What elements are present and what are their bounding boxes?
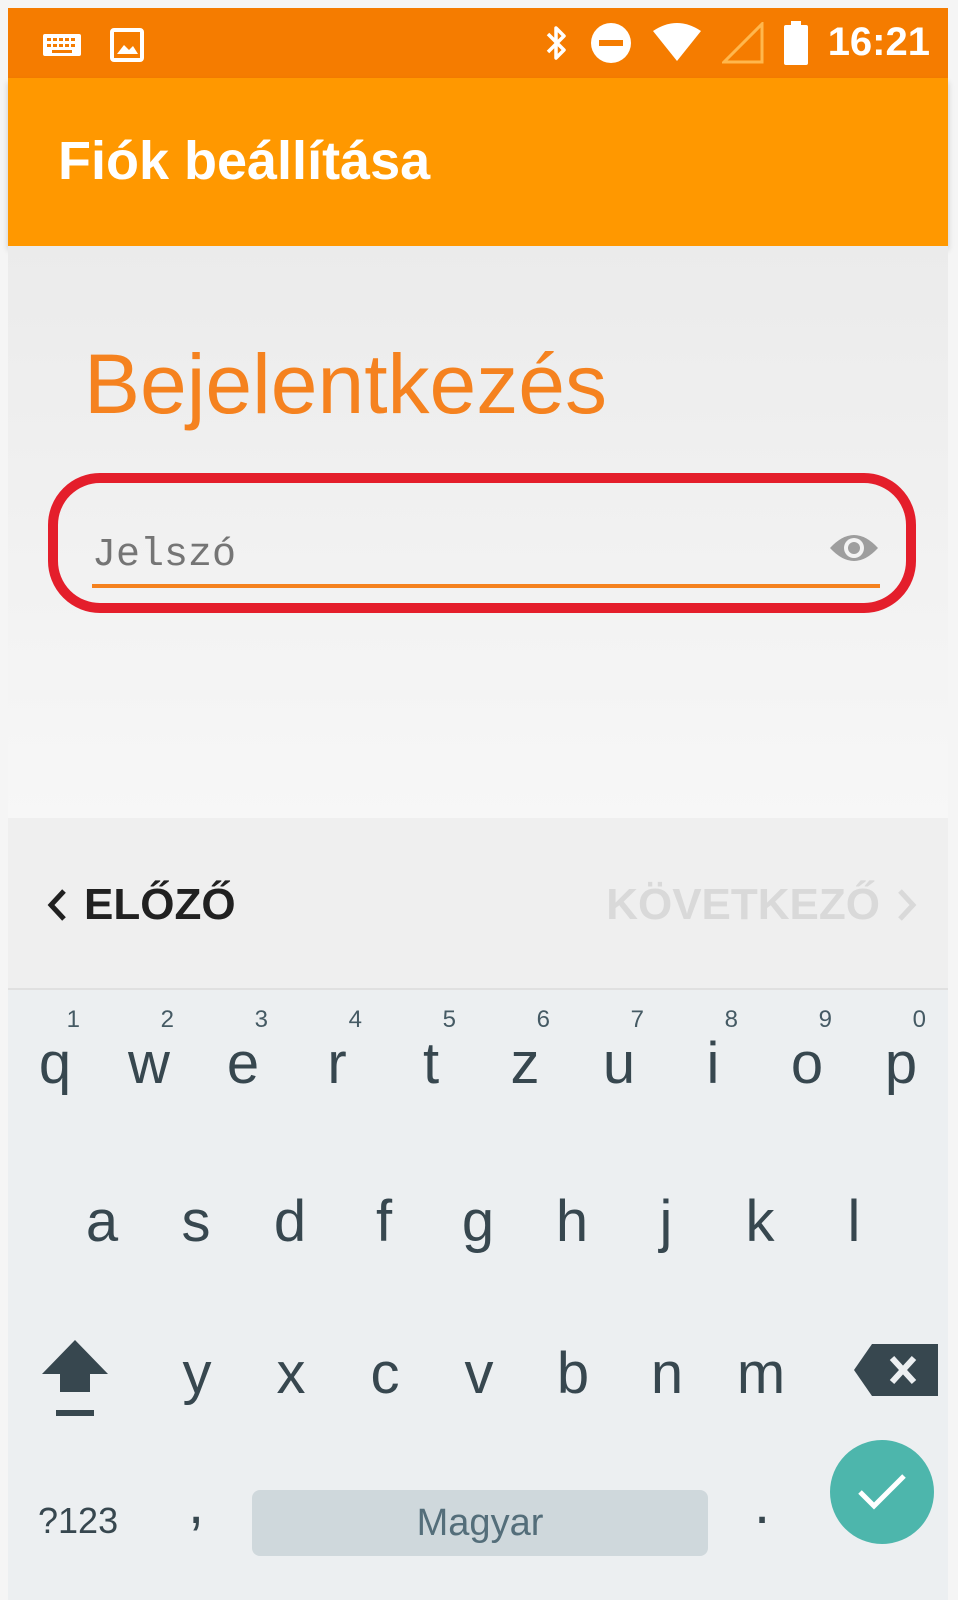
key-r[interactable]: r4 bbox=[290, 990, 384, 1138]
keyboard-icon bbox=[43, 34, 81, 56]
wifi-icon bbox=[652, 22, 701, 61]
next-button-label: KÖVETKEZŐ bbox=[606, 880, 880, 929]
key-s[interactable]: s bbox=[149, 1148, 243, 1296]
key-y[interactable]: y bbox=[150, 1300, 244, 1448]
signal-icon bbox=[721, 21, 764, 63]
checkmark-icon bbox=[858, 1474, 906, 1510]
prev-button-label: ELŐZŐ bbox=[84, 880, 236, 929]
key-j[interactable]: j bbox=[619, 1148, 713, 1296]
period-key[interactable]: . bbox=[754, 1470, 770, 1537]
shift-arrow-icon bbox=[42, 1340, 108, 1416]
login-form: Bejelentkezés bbox=[8, 246, 948, 818]
key-b[interactable]: b bbox=[526, 1300, 620, 1448]
show-password-eye-icon[interactable] bbox=[828, 528, 880, 568]
image-icon bbox=[110, 28, 144, 62]
key-f[interactable]: f bbox=[337, 1148, 431, 1296]
key-v[interactable]: v bbox=[432, 1300, 526, 1448]
bluetooth-icon bbox=[546, 25, 566, 60]
key-d[interactable]: d bbox=[243, 1148, 337, 1296]
key-t[interactable]: t5 bbox=[384, 990, 478, 1138]
key-n[interactable]: n bbox=[620, 1300, 714, 1448]
shift-key[interactable] bbox=[30, 1330, 120, 1430]
key-w[interactable]: w2 bbox=[102, 990, 196, 1138]
next-button[interactable]: KÖVETKEZŐ bbox=[606, 880, 918, 930]
key-u[interactable]: u7 bbox=[572, 990, 666, 1138]
password-input-underline bbox=[92, 584, 880, 588]
status-bar: 16:21 bbox=[8, 8, 948, 78]
key-m[interactable]: m bbox=[714, 1300, 808, 1448]
key-e[interactable]: e3 bbox=[196, 990, 290, 1138]
key-x[interactable]: x bbox=[244, 1300, 338, 1448]
battery-icon bbox=[783, 20, 808, 65]
key-l[interactable]: l bbox=[807, 1148, 901, 1296]
key-z[interactable]: z6 bbox=[478, 990, 572, 1138]
backspace-icon bbox=[854, 1344, 938, 1396]
backspace-key[interactable] bbox=[852, 1340, 942, 1400]
chevron-left-icon bbox=[47, 889, 66, 921]
key-q[interactable]: q1 bbox=[8, 990, 102, 1138]
chevron-right-icon bbox=[898, 889, 917, 921]
key-g[interactable]: g bbox=[431, 1148, 525, 1296]
key-o[interactable]: o9 bbox=[760, 990, 854, 1138]
done-button[interactable] bbox=[830, 1440, 934, 1544]
app-bar: Fiók beállítása bbox=[8, 78, 948, 246]
key-p[interactable]: p0 bbox=[854, 990, 948, 1138]
key-h[interactable]: h bbox=[525, 1148, 619, 1296]
wizard-navigation: ELŐZŐ KÖVETKEZŐ bbox=[8, 818, 948, 990]
comma-key[interactable]: , bbox=[188, 1470, 204, 1537]
password-input[interactable] bbox=[92, 526, 792, 584]
space-key[interactable]: Magyar bbox=[252, 1490, 708, 1556]
key-a[interactable]: a bbox=[55, 1148, 149, 1296]
key-k[interactable]: k bbox=[713, 1148, 807, 1296]
key-i[interactable]: i8 bbox=[666, 990, 760, 1138]
clock: 16:21 bbox=[827, 20, 930, 64]
page-title: Bejelentkezés bbox=[84, 337, 607, 431]
do-not-disturb-icon bbox=[590, 22, 631, 63]
key-c[interactable]: c bbox=[338, 1300, 432, 1448]
symbols-key[interactable]: ?123 bbox=[38, 1500, 118, 1542]
app-bar-title: Fiók beállítása bbox=[58, 131, 431, 191]
prev-button[interactable]: ELŐZŐ bbox=[46, 880, 236, 930]
